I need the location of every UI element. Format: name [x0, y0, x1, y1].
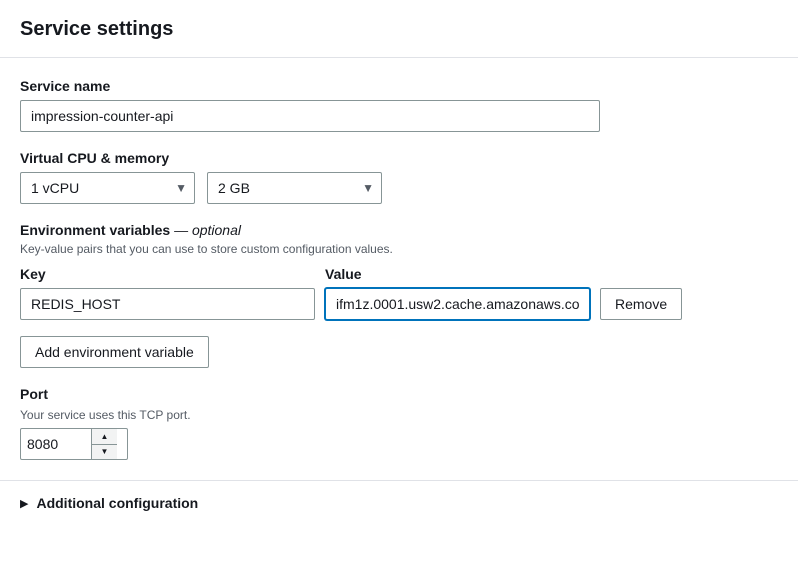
- port-label: Port: [20, 386, 778, 402]
- service-name-label: Service name: [20, 78, 778, 94]
- port-input-wrapper: ▲ ▼: [20, 428, 128, 460]
- env-key-input[interactable]: [20, 288, 315, 320]
- cpu-select[interactable]: 1 vCPU 2 vCPU 4 vCPU: [20, 172, 195, 204]
- port-description: Your service uses this TCP port.: [20, 408, 778, 422]
- service-name-group: Service name: [20, 78, 778, 132]
- env-vars-group: Environment variables — optional Key-val…: [20, 222, 778, 368]
- port-stepper-up-button[interactable]: ▲: [92, 429, 117, 445]
- memory-select[interactable]: 2 GB 4 GB 8 GB: [207, 172, 382, 204]
- cpu-select-wrapper: 1 vCPU 2 vCPU 4 vCPU ▼: [20, 172, 195, 204]
- col-header-key: Key: [20, 266, 315, 282]
- page-title: Service settings: [20, 18, 778, 41]
- header-section: Service settings: [0, 0, 798, 58]
- page-container: Service settings Service name Virtual CP…: [0, 0, 798, 561]
- cpu-memory-label: Virtual CPU & memory: [20, 150, 778, 166]
- env-var-row: Remove: [20, 288, 778, 320]
- env-vars-description: Key-value pairs that you can use to stor…: [20, 242, 778, 256]
- port-input[interactable]: [21, 429, 91, 459]
- port-stepper: ▲ ▼: [91, 429, 117, 459]
- cpu-memory-row: 1 vCPU 2 vCPU 4 vCPU ▼ 2 GB 4 GB 8 GB ▼: [20, 172, 778, 204]
- col-header-value: Value: [325, 266, 590, 282]
- additional-config-section: ▶ Additional configuration: [0, 480, 798, 525]
- env-value-input[interactable]: [325, 288, 590, 320]
- cpu-memory-group: Virtual CPU & memory 1 vCPU 2 vCPU 4 vCP…: [20, 150, 778, 204]
- env-columns-header: Key Value: [20, 266, 778, 282]
- env-vars-optional-label: — optional: [174, 222, 241, 238]
- additional-config-label: Additional configuration: [36, 495, 198, 511]
- additional-config-toggle[interactable]: ▶ Additional configuration: [20, 495, 778, 511]
- add-env-variable-button[interactable]: Add environment variable: [20, 336, 209, 368]
- port-section: Port Your service uses this TCP port. ▲ …: [20, 386, 778, 460]
- memory-select-wrapper: 2 GB 4 GB 8 GB ▼: [207, 172, 382, 204]
- env-vars-title: Environment variables — optional: [20, 222, 241, 238]
- port-stepper-down-button[interactable]: ▼: [92, 445, 117, 460]
- additional-config-triangle-icon: ▶: [20, 497, 28, 510]
- env-section-header: Environment variables — optional: [20, 222, 778, 238]
- service-name-input[interactable]: [20, 100, 600, 132]
- content-section: Service name Virtual CPU & memory 1 vCPU…: [0, 58, 798, 480]
- remove-env-button[interactable]: Remove: [600, 288, 682, 320]
